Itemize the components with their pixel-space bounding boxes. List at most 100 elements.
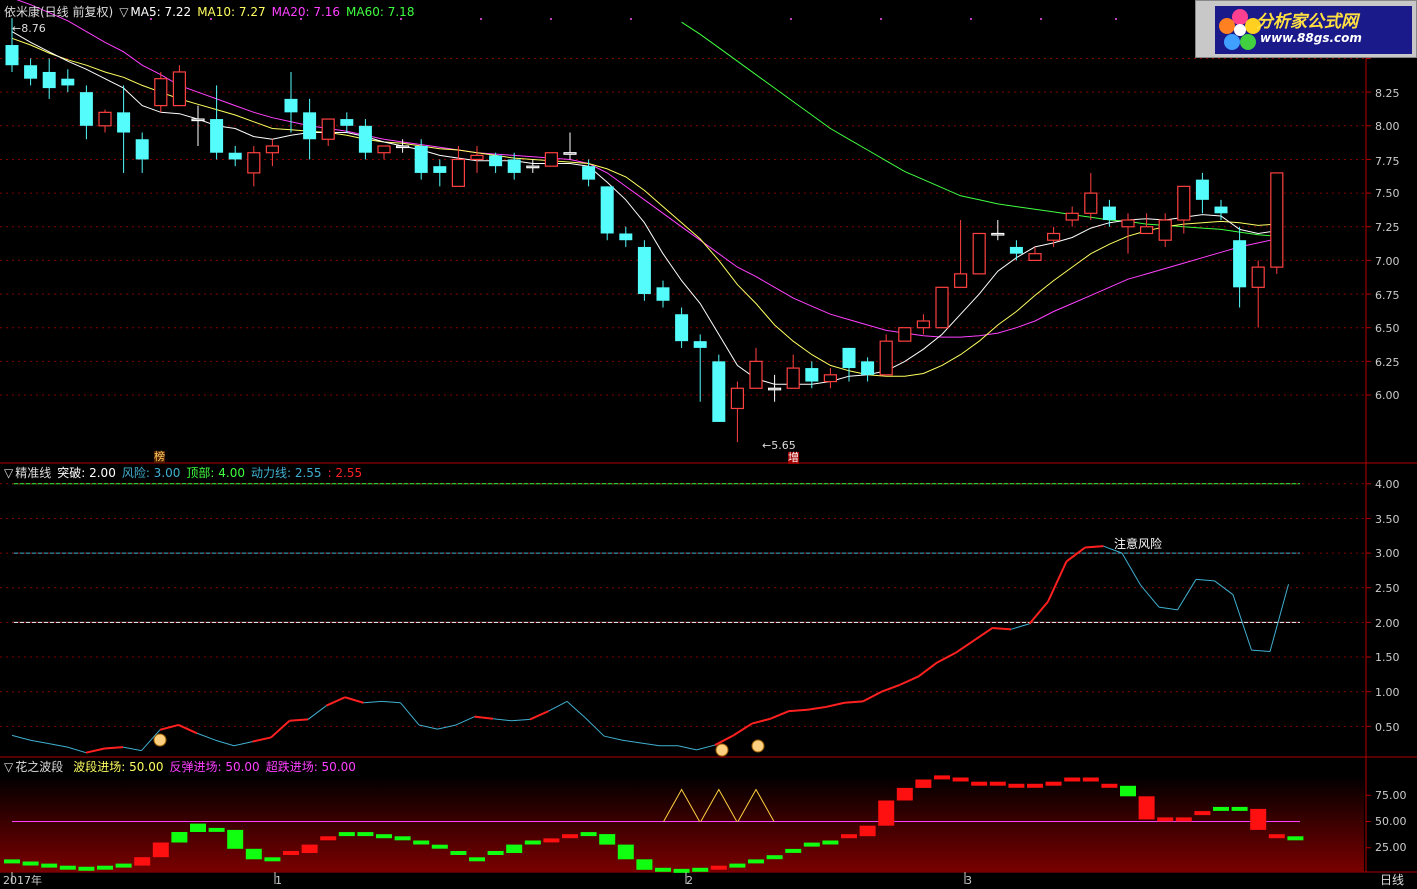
wave-bar [636,859,653,870]
candle-body [1102,206,1116,221]
site-logo: 分析家公式网 www.88gs.com [1195,0,1417,58]
marker-dot [880,18,882,20]
ind2-name[interactable]: 花之波段 [15,760,63,774]
money-bag-icon [153,733,167,747]
wave-bar [822,840,839,845]
ind2-seg: 波段进场: 50.00 [73,760,164,774]
wave-bar [413,840,430,845]
collapse-triangle-icon[interactable]: ▽ [119,5,128,19]
wave-bar [1138,796,1155,820]
axis-tick: 1.00 [1375,686,1400,699]
axis-tick: 8.25 [1375,87,1400,100]
candle-body [265,145,279,154]
candle-body [861,361,875,375]
candle-body [656,287,670,301]
risk-note: 注意风险 [1114,537,1163,551]
ind1-extra: : 2.55 [327,466,363,480]
candle-body [79,92,93,126]
axis-tick: 6.75 [1375,289,1400,302]
power-line-segment [844,700,864,704]
wave-bar [803,842,820,847]
candle-body [172,71,186,107]
wave-bar [1120,785,1136,797]
candle-body [1046,232,1061,241]
wave-bar [655,867,671,872]
time-year: 2017年 [3,874,42,887]
candle-body [730,387,745,410]
candle-body [1121,219,1135,228]
power-line-segment [992,626,1012,631]
wave-bar [562,834,578,839]
stock-title[interactable]: 依米康(日线 前复权) [4,5,113,19]
candle-body [42,71,56,89]
wave-bar [320,836,337,841]
ind1-breakthrough: 突破: 2.00 [57,466,116,480]
wave-bar [301,844,318,853]
marker-dot [630,18,632,20]
wave-bar [617,844,634,860]
wave-bar [78,866,95,871]
ind1-top: 顶部: 4.00 [186,466,245,480]
stock-chart-canvas[interactable] [0,0,1417,889]
candle-body [396,145,410,149]
wave-bar [1175,817,1192,822]
candle-body [284,98,298,113]
wave-bar [1213,806,1229,811]
ma5-label: MA5: 7.22 [130,5,192,19]
candle-body [433,166,447,173]
ind1-power: 动力线: 2.55 [250,466,322,480]
time-month-2: 2 [686,874,693,887]
wave-bar [952,777,969,782]
bang-tag[interactable]: 榜 [154,451,165,463]
wave-bar [394,836,411,841]
wave-bar [934,775,950,780]
candle-body [1009,246,1023,254]
wave-bar [673,868,690,873]
axis-tick: 7.50 [1375,187,1400,200]
candle-body [749,360,763,389]
wave-bar [1157,817,1174,822]
candle-body [544,152,559,167]
wave-bar [841,834,857,839]
candle-body [117,112,131,133]
collapse-triangle-icon[interactable]: ▽ [4,466,13,480]
wave-bar [431,844,448,849]
candle-body [1158,219,1172,241]
wave-bar [599,834,616,845]
wave-bar [376,834,392,839]
ind1-name[interactable]: 精准线 [15,466,51,480]
wave-bar [338,832,355,837]
axis-tick: 6.00 [1375,389,1400,402]
candle-body [247,152,261,174]
axis-tick: 6.25 [1375,356,1400,369]
candle-body [1233,240,1247,288]
wave-bar [171,832,188,843]
ma10-label: MA10: 7.27 [197,5,266,19]
wave-bar [729,863,746,868]
candle-body [879,340,893,376]
candle-body [526,165,540,169]
axis-tick: 7.75 [1375,155,1400,168]
zeng-tag[interactable]: 增 [788,452,799,464]
period-label[interactable]: 日线 [1380,874,1404,886]
collapse-triangle-icon[interactable]: ▽ [4,760,13,774]
marker-dot [790,18,792,20]
wave-bar [878,800,895,826]
wave-bar [1101,783,1118,788]
candle-body [358,125,372,153]
wave-bar [1250,808,1267,830]
marker-dot [1040,18,1042,20]
candle-body [600,186,614,234]
wave-bar [710,865,727,870]
wave-bar [357,832,374,837]
candle-body [823,374,838,383]
wave-bar [22,861,39,866]
logo-url[interactable]: www.88gs.com [1260,31,1362,45]
candle-body [898,327,912,342]
axis-tick: 25.00 [1375,841,1407,854]
wave-bar [1194,811,1211,816]
candle-body [619,233,633,241]
candle-body [1065,212,1079,221]
marker-dot [480,18,482,20]
wave-bar [859,825,876,837]
